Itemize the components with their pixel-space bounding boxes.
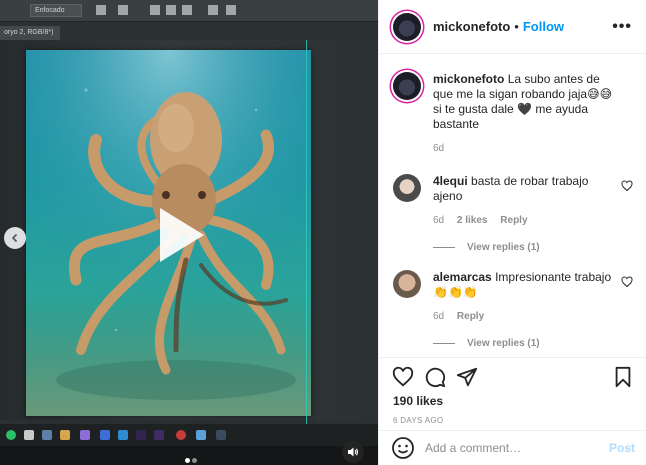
more-options-icon[interactable]: ••• <box>612 18 632 36</box>
comments-list[interactable]: mickonefoto La subo antes de que me la s… <box>379 55 646 357</box>
carousel-dot-active <box>185 458 190 463</box>
post-date: 6 DAYS AGO <box>393 416 444 425</box>
taskbar-premiere-icon <box>136 430 146 440</box>
octopus-photo <box>26 50 311 416</box>
post-media[interactable]: Enfocado oryo 2, RGB/8*) × <box>0 0 378 465</box>
ps-tool-icon <box>208 5 218 15</box>
carousel-dot <box>192 458 197 463</box>
action-icons-row <box>391 358 635 396</box>
ps-tool-icon <box>118 5 128 15</box>
comment-username[interactable]: alemarcas <box>433 270 492 284</box>
photoshop-options-bar: Enfocado <box>0 0 378 22</box>
author-username[interactable]: mickonefoto <box>433 19 510 34</box>
view-replies-label: View replies (1) <box>467 338 540 349</box>
taskbar-app-icon <box>100 430 110 440</box>
caption-author-avatar[interactable] <box>393 72 421 100</box>
add-comment-input[interactable] <box>425 441 609 455</box>
comment-item: 4lequi basta de robar trabajo ajeno 6d 2… <box>393 174 633 228</box>
taskbar-app-icon <box>6 430 16 440</box>
ps-tool-icon <box>182 5 192 15</box>
share-button[interactable] <box>455 365 479 389</box>
comment-item: alemarcas Impresionante trabajo 👏👏👏 6d R… <box>393 270 633 324</box>
add-comment-bar: Post <box>379 430 646 465</box>
photoshop-mode-dropdown: Enfocado <box>30 4 82 17</box>
taskbar-app-icon <box>24 430 34 440</box>
like-comment-heart-icon[interactable] <box>621 180 633 192</box>
audio-toggle-button[interactable] <box>342 441 364 463</box>
save-button[interactable] <box>611 365 635 389</box>
taskbar-app-icon <box>60 430 70 440</box>
taskbar-photoshop-icon <box>118 430 128 440</box>
comment-time: 6d <box>433 215 445 226</box>
comment-time: 6d <box>433 143 445 154</box>
comment-meta: 6d 2 likes Reply <box>433 213 617 228</box>
comment-body: alemarcas Impresionante trabajo 👏👏👏 6d R… <box>433 270 633 324</box>
post-side-panel: mickonefoto • Follow ••• mickonefoto La … <box>378 0 646 465</box>
replies-divider <box>433 343 455 344</box>
windows-taskbar <box>0 424 378 446</box>
caption-comment: mickonefoto La subo antes de que me la s… <box>393 72 633 156</box>
photoshop-guide-line <box>306 40 307 430</box>
taskbar-app-icon <box>196 430 206 440</box>
bookmark-icon <box>615 366 631 388</box>
follow-button[interactable]: Follow <box>523 19 564 34</box>
comment-username[interactable]: mickonefoto <box>433 72 504 86</box>
taskbar-app-icon <box>80 430 90 440</box>
heart-icon <box>392 366 414 387</box>
carousel-prev-button[interactable] <box>4 227 26 249</box>
taskbar-app-icon <box>42 430 52 440</box>
post-actions: 190 likes 6 DAYS AGO <box>379 357 646 425</box>
play-icon[interactable] <box>160 208 204 262</box>
replies-divider <box>433 247 455 248</box>
ps-tool-icon <box>226 5 236 15</box>
comment-bubble-icon <box>425 367 446 388</box>
chevron-left-icon <box>11 233 18 243</box>
comment-meta: 6d Reply <box>433 309 617 324</box>
post-comment-button[interactable]: Post <box>609 441 635 455</box>
like-comment-heart-icon[interactable] <box>621 276 633 288</box>
taskbar-app-icon <box>216 430 226 440</box>
comment-reply-button[interactable]: Reply <box>500 215 527 226</box>
view-replies-button[interactable]: View replies (1) <box>433 338 633 349</box>
post-header: mickonefoto • Follow ••• <box>379 0 646 54</box>
comment-body: 4lequi basta de robar trabajo ajeno 6d 2… <box>433 174 633 228</box>
emoji-icon[interactable] <box>391 436 415 460</box>
instagram-post: Enfocado oryo 2, RGB/8*) × <box>0 0 646 465</box>
ps-tool-icon <box>166 5 176 15</box>
comment-time: 6d <box>433 311 445 322</box>
taskbar-app-icon <box>176 430 186 440</box>
ps-tool-icon <box>150 5 160 15</box>
view-replies-label: View replies (1) <box>467 242 540 253</box>
comment-button[interactable] <box>423 365 447 389</box>
comment-likes[interactable]: 2 likes <box>457 215 488 226</box>
comment-reply-button[interactable]: Reply <box>457 311 484 322</box>
comment-username[interactable]: 4lequi <box>433 174 468 188</box>
ps-tool-icon <box>96 5 106 15</box>
commenter-avatar[interactable] <box>393 270 421 298</box>
author-avatar[interactable] <box>393 12 421 41</box>
comment-meta: 6d <box>433 141 617 156</box>
likes-count[interactable]: 190 likes <box>391 394 635 408</box>
commenter-avatar[interactable] <box>393 174 421 202</box>
taskbar-app-icon <box>154 430 164 440</box>
speaker-icon <box>348 447 359 457</box>
like-button[interactable] <box>391 365 415 389</box>
view-replies-button[interactable]: View replies (1) <box>433 242 633 253</box>
photoshop-document-tab: oryo 2, RGB/8*) × <box>0 26 60 46</box>
caption-body: mickonefoto La subo antes de que me la s… <box>433 72 633 156</box>
paper-plane-icon <box>456 367 478 387</box>
header-separator: • <box>514 19 519 34</box>
